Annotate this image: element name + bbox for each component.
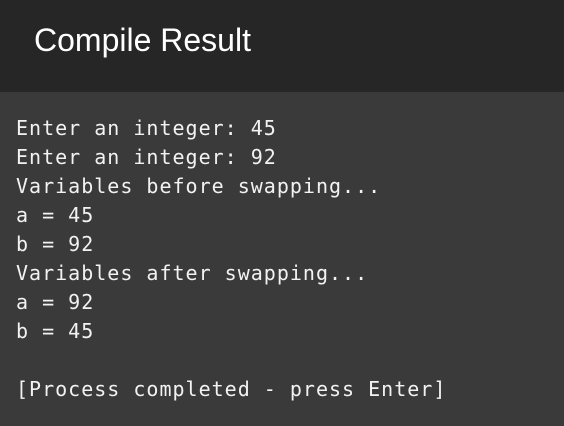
compile-result-window: Compile Result Enter an integer: 45 Ente… bbox=[0, 0, 564, 426]
process-completed-prompt[interactable]: [Process completed - press Enter] bbox=[16, 375, 556, 404]
console-output[interactable]: Enter an integer: 45 Enter an integer: 9… bbox=[16, 114, 556, 414]
console-line: Variables after swapping... bbox=[16, 261, 369, 285]
console-line: Enter an integer: 45 bbox=[16, 116, 277, 140]
console-line: b = 92 bbox=[16, 232, 95, 256]
console-line: b = 45 bbox=[16, 319, 95, 343]
console-line: a = 45 bbox=[16, 203, 95, 227]
window-title: Compile Result bbox=[34, 22, 251, 58]
console-line: a = 92 bbox=[16, 290, 95, 314]
title-bar: Compile Result bbox=[0, 0, 564, 92]
console-line: Variables before swapping... bbox=[16, 174, 382, 198]
console-line: Enter an integer: 92 bbox=[16, 145, 277, 169]
